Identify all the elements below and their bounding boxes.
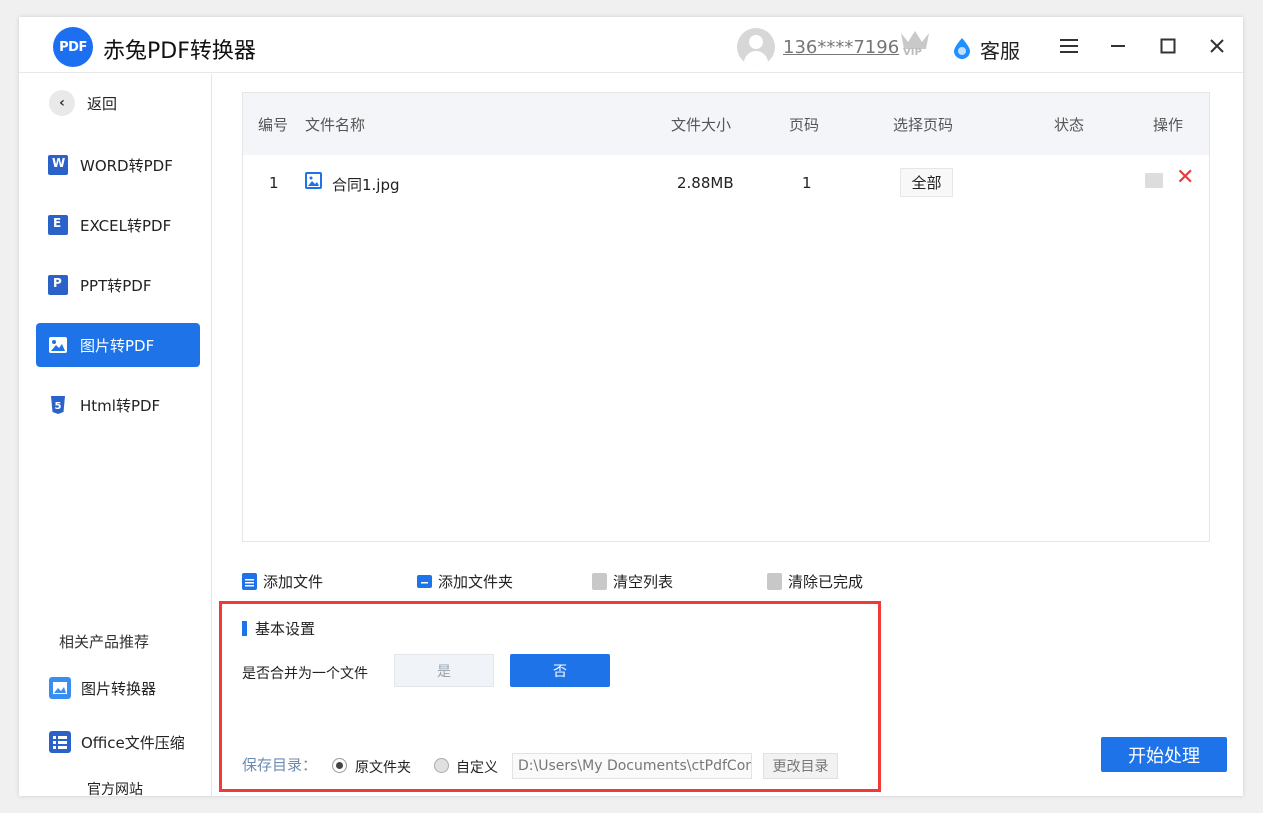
app-window: PDF 赤兔PDF转换器 136****7196 VIP 客服 ‹ 返回 W W… — [19, 17, 1243, 799]
svg-text:5: 5 — [55, 401, 62, 412]
recommend-item-office-compress[interactable]: Office文件压缩 — [49, 731, 185, 753]
recommend-title: 相关产品推荐 — [59, 633, 150, 651]
ppt-icon: P — [48, 275, 68, 295]
avatar[interactable] — [737, 28, 775, 66]
row-filename: 合同1.jpg — [332, 176, 400, 194]
official-site-link[interactable]: 官方网站 — [87, 779, 143, 799]
basic-settings-panel: 基本设置 是否合并为一个文件 是 否 保存目录： 原文件夹 自定义 D:\Use… — [219, 601, 881, 792]
file-table: 编号 文件名称 文件大小 页码 选择页码 状态 操作 1 合同1.jpg 2.8… — [242, 92, 1210, 542]
sidebar-item-ppt-to-pdf[interactable]: P PPT转PDF — [36, 263, 200, 307]
column-header-filename: 文件名称 — [305, 116, 366, 134]
settings-title-label: 基本设置 — [255, 620, 316, 638]
minimize-icon[interactable] — [1105, 33, 1131, 59]
broom-icon — [592, 573, 607, 590]
add-file-label: 添加文件 — [263, 573, 324, 591]
sidebar-item-word-to-pdf[interactable]: W WORD转PDF — [36, 143, 200, 187]
radio-original-folder[interactable] — [332, 758, 347, 773]
clear-list-button[interactable]: 清空列表 — [592, 571, 673, 592]
recommend-item-image-converter[interactable]: 图片转换器 — [49, 677, 156, 699]
close-icon[interactable] — [1204, 33, 1230, 59]
avatar-body-shape — [744, 51, 768, 66]
recommend-label: 图片转换器 — [81, 679, 157, 698]
vip-badge-text: VIP — [903, 47, 922, 58]
table-header: 编号 文件名称 文件大小 页码 选择页码 状态 操作 — [243, 93, 1209, 155]
maximize-icon[interactable] — [1155, 33, 1181, 59]
merge-label: 是否合并为一个文件 — [242, 666, 368, 682]
back-button[interactable]: ‹ 返回 — [49, 90, 117, 116]
add-folder-label: 添加文件夹 — [438, 573, 514, 591]
account-phone-link[interactable]: 136****7196 — [783, 37, 899, 58]
radio-custom[interactable] — [434, 758, 449, 773]
column-header-index: 编号 — [258, 116, 289, 134]
sidebar-item-label: 图片转PDF — [80, 336, 155, 355]
excel-icon: E — [48, 215, 68, 235]
customer-service-button[interactable]: 客服 — [980, 35, 1020, 64]
add-file-button[interactable]: 添加文件 — [242, 571, 323, 592]
service-drop-icon[interactable] — [953, 37, 971, 59]
app-logo-icon: PDF — [53, 27, 93, 67]
sidebar-item-image-to-pdf[interactable]: 图片转PDF — [36, 323, 200, 367]
office-compress-icon — [49, 731, 71, 753]
sidebar-item-label: Html转PDF — [80, 396, 161, 415]
clear-done-button[interactable]: 清除已完成 — [767, 571, 863, 592]
sidebar: ‹ 返回 W WORD转PDF E EXCEL转PDF P PPT转PDF 图片… — [19, 74, 212, 799]
sidebar-item-label: WORD转PDF — [80, 156, 173, 175]
sidebar-item-label: EXCEL转PDF — [80, 216, 172, 235]
settings-title: 基本设置 — [242, 618, 315, 639]
delete-icon[interactable]: ✕ — [1176, 167, 1194, 189]
broom-icon — [767, 573, 782, 590]
radio-original-label: 原文件夹 — [355, 760, 411, 776]
sidebar-item-excel-to-pdf[interactable]: E EXCEL转PDF — [36, 203, 200, 247]
menu-icon[interactable] — [1056, 33, 1082, 59]
row-index: 1 — [269, 174, 279, 192]
save-dir-label: 保存目录： — [242, 756, 318, 774]
word-icon: W — [48, 155, 68, 175]
column-header-page-select: 选择页码 — [893, 116, 954, 134]
chevron-left-icon: ‹ — [49, 90, 75, 116]
back-label: 返回 — [87, 94, 118, 113]
start-process-button[interactable]: 开始处理 — [1101, 737, 1227, 772]
open-folder-icon[interactable] — [1145, 173, 1163, 188]
column-header-actions: 操作 — [1153, 116, 1184, 134]
row-size: 2.88MB — [677, 174, 734, 192]
clipboard-icon — [242, 573, 257, 590]
row-pages: 1 — [802, 174, 812, 192]
sidebar-item-label: PPT转PDF — [80, 276, 152, 295]
save-path-input[interactable]: D:\Users\My Documents\ctPdfCon — [512, 753, 752, 779]
sidebar-item-html-to-pdf[interactable]: 5 Html转PDF — [36, 383, 200, 427]
column-header-size: 文件大小 — [671, 116, 732, 134]
merge-no-button[interactable]: 否 — [510, 654, 610, 687]
clear-done-label: 清除已完成 — [788, 573, 864, 591]
recommend-label: Office文件压缩 — [81, 733, 185, 752]
app-title: 赤兔PDF转换器 — [103, 39, 256, 64]
html5-icon: 5 — [48, 395, 68, 415]
title-bar: PDF 赤兔PDF转换器 136****7196 VIP 客服 — [19, 17, 1243, 73]
folder-icon — [417, 575, 432, 588]
add-folder-button[interactable]: 添加文件夹 — [417, 571, 513, 592]
change-dir-button[interactable]: 更改目录 — [763, 753, 838, 779]
clear-list-label: 清空列表 — [613, 573, 674, 591]
image-file-icon — [305, 172, 322, 189]
image-converter-icon — [49, 677, 71, 699]
page-select-button[interactable]: 全部 — [900, 168, 953, 197]
title-accent-bar — [242, 621, 247, 636]
radio-custom-label: 自定义 — [456, 760, 498, 776]
column-header-pages: 页码 — [789, 116, 820, 134]
merge-yes-button[interactable]: 是 — [394, 654, 494, 687]
avatar-head-shape — [749, 35, 763, 49]
image-icon — [48, 335, 68, 355]
column-header-status: 状态 — [1054, 116, 1085, 134]
